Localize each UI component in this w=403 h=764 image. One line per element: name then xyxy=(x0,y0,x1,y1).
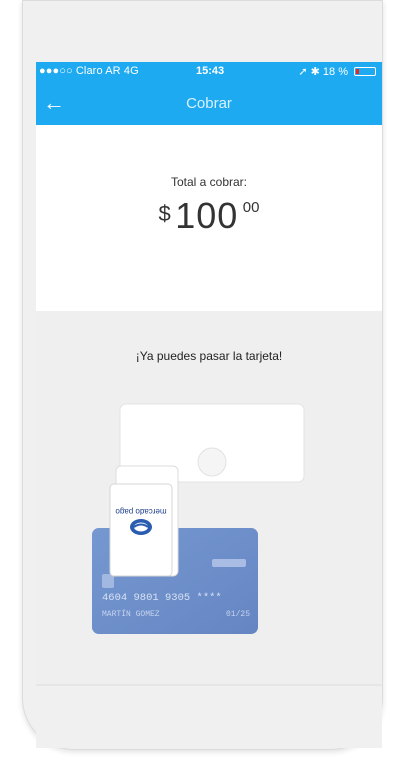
card-expiry: 01/25 xyxy=(226,610,250,619)
card-reader-illustration: 4604 9801 9305 **** MARTÍN GOMEZ 01/25 m… xyxy=(92,403,305,634)
page-title: Cobrar xyxy=(186,95,232,112)
card-holder: MARTÍN GOMEZ xyxy=(102,610,160,619)
app-screen: ●●●○○ Claro AR 4G 15:43 ➚ ✱ 18 % ← Cobra… xyxy=(36,62,382,686)
location-icon: ➚ xyxy=(298,66,308,78)
nav-bar: ← Cobrar xyxy=(36,81,382,125)
card-number: 4604 9801 9305 **** xyxy=(102,592,222,604)
total-label: Total a cobrar: xyxy=(170,175,248,189)
total-amount: $ 100 00 xyxy=(36,195,382,237)
battery-level xyxy=(356,69,359,74)
reader-brand: mercado pago xyxy=(115,507,167,516)
battery-icon xyxy=(354,67,376,76)
bluetooth-icon: ✱ xyxy=(310,66,320,78)
carrier-signal: ●●●○○ Claro AR 4G xyxy=(39,65,139,77)
battery-percentage: ➚ ✱ 18 % xyxy=(298,66,348,78)
status-time: 15:43 xyxy=(196,65,225,77)
card-reader-device: mercado pago xyxy=(109,465,179,577)
phone-bottom-bezel xyxy=(36,686,382,748)
currency-symbol: $ xyxy=(158,201,171,226)
status-bar: ●●●○○ Claro AR 4G 15:43 ➚ ✱ 18 % xyxy=(36,62,382,81)
total-panel: Total a cobrar: $ 100 00 xyxy=(36,125,382,311)
swipe-card-instruction: ¡Ya puedes pasar la tarjeta! xyxy=(135,349,283,363)
amount-integer: 100 xyxy=(175,195,239,236)
amount-cents: 00 xyxy=(242,199,260,216)
